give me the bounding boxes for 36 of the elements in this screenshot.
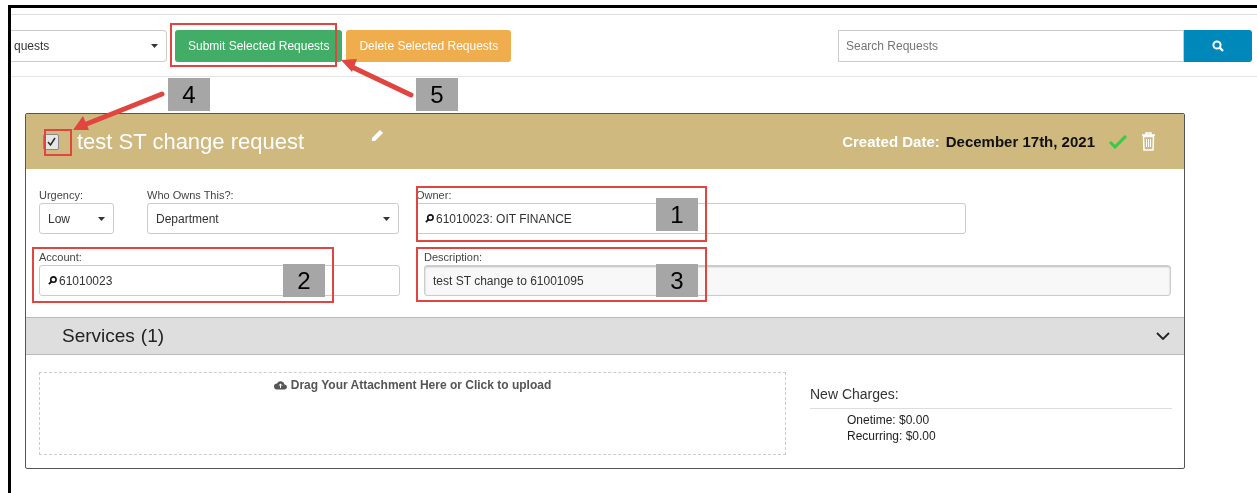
highlight-frame [44, 129, 72, 156]
field-label: Account: [39, 251, 82, 263]
services-title: Services [62, 325, 135, 347]
caret-icon [151, 43, 158, 48]
upload-drop-zone[interactable]: Drag Your Attachment Here or Click to upload [39, 372, 786, 455]
select-field[interactable]: Department [147, 203, 399, 234]
request-title: test ST change request [77, 128, 305, 155]
caret-icon [98, 216, 105, 221]
callout-number: 1 [656, 198, 698, 231]
charge-line: Recurring: $0.00 [847, 428, 937, 444]
cloud-upload-icon [273, 380, 287, 390]
created-date: December 17th, 2021 [945, 133, 1095, 150]
callout-number: 2 [283, 264, 325, 297]
field-label: Who Owns This?: [147, 189, 234, 201]
callout-number: 3 [656, 264, 698, 297]
services-count: (1) [140, 325, 165, 347]
filter-select[interactable]: quests [11, 29, 167, 62]
created-label: Created Date: [842, 133, 940, 150]
chevron-icon[interactable] [1156, 332, 1170, 340]
charge-line: Onetime: $0.00 [847, 412, 931, 428]
search-icon [48, 276, 57, 285]
callout-number: 5 [416, 78, 458, 111]
charges-title: New Charges: [810, 386, 1172, 409]
caret-icon [383, 216, 390, 221]
check-icon [46, 137, 56, 146]
upload-label: Drag Your Attachment Here or Click to upload [290, 378, 552, 392]
field-label: Description: [424, 251, 483, 263]
callout-number: 4 [168, 78, 210, 111]
search-icon [1212, 39, 1224, 52]
search-field[interactable]: Search Requests [838, 29, 1184, 62]
search-icon [425, 214, 434, 223]
field-label: Urgency: [39, 189, 84, 201]
select-field[interactable]: Low [39, 203, 114, 234]
search-button[interactable] [1184, 29, 1252, 62]
check-icon[interactable] [1109, 134, 1127, 149]
services-bar[interactable]: Services (1) [26, 317, 1184, 355]
